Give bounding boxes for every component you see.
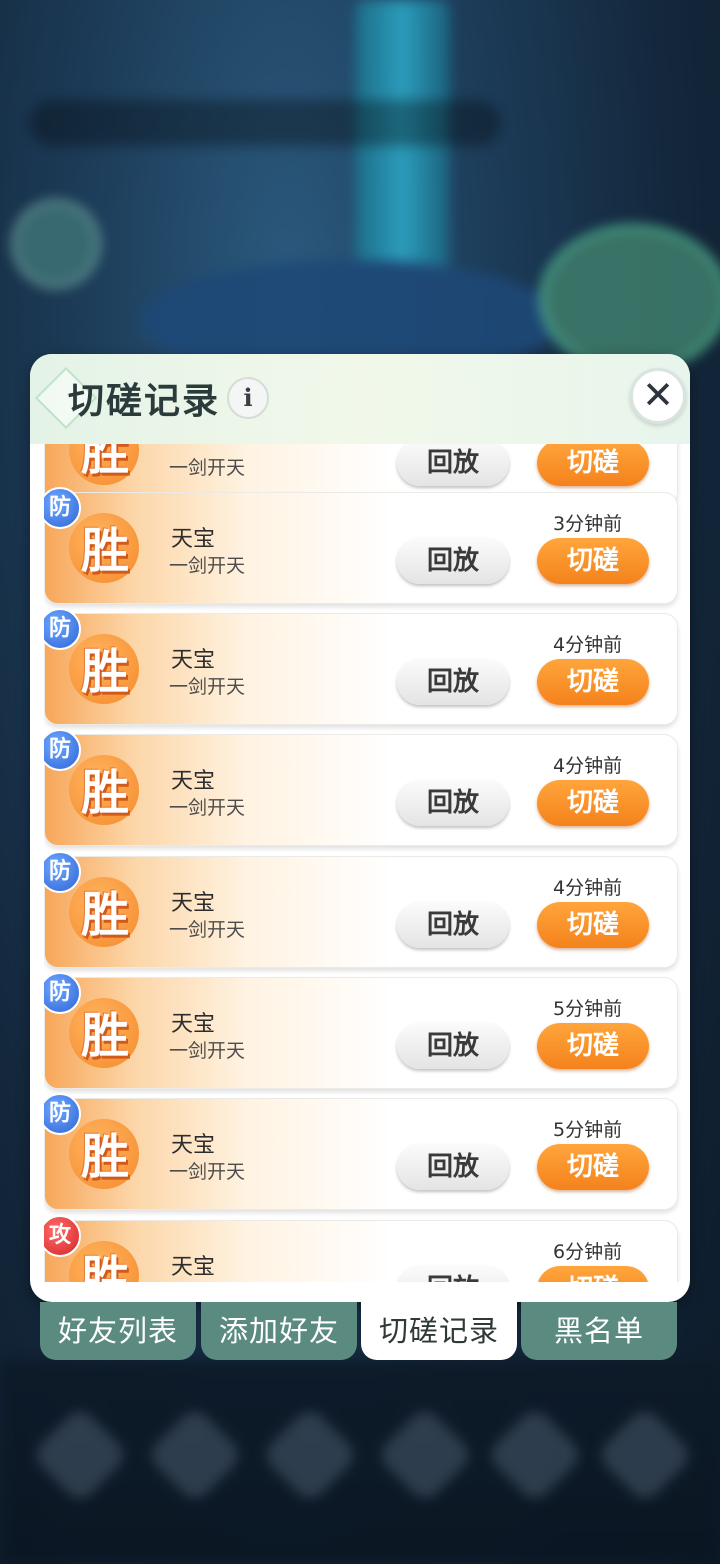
record-row: 胜防天宝 一剑开天 5分钟前 回放 切磋 (44, 1093, 678, 1210)
record-time: 6分钟前 (553, 1241, 623, 1263)
record-time: 4分钟前 (553, 634, 623, 656)
result-text: 胜 (80, 1008, 129, 1064)
tab-spar-record[interactable]: 切磋记录 (361, 1302, 517, 1360)
close-button[interactable]: ✕ (630, 368, 686, 424)
result-text: 胜 (80, 444, 129, 481)
record-time: 4分钟前 (553, 755, 623, 777)
record-row: 胜防天宝 一剑开天 4分钟前 回放 切磋 (44, 608, 678, 725)
record-row: 胜防天宝 一剑开天 3分钟前 回放 切磋 (44, 487, 678, 604)
background-avatar (12, 200, 100, 288)
replay-button[interactable]: 回放 (397, 780, 509, 826)
spar-button[interactable]: 切磋 (537, 1144, 649, 1190)
opponent-name: 天宝 (171, 1012, 216, 1037)
replay-button[interactable]: 回放 (397, 1266, 509, 1282)
panel-header: 切磋记录 i ✕ (30, 354, 690, 444)
replay-button[interactable]: 回放 (397, 538, 509, 584)
opponent-name: 天宝 (171, 527, 216, 552)
record-time: 4分钟前 (553, 877, 623, 899)
spar-button[interactable]: 切磋 (537, 902, 649, 948)
replay-button[interactable]: 回放 (397, 659, 509, 705)
opponent-name: 天宝 (171, 769, 216, 794)
record-row: 胜防天宝 一剑开天 4分钟前 回放 切磋 (44, 851, 678, 968)
spar-button[interactable]: 切磋 (537, 444, 649, 486)
tab-add-friend[interactable]: 添加好友 (201, 1302, 357, 1360)
result-text: 胜 (80, 523, 129, 579)
opponent-title: 一剑开天 (169, 1161, 246, 1183)
opponent-title: 一剑开天 (169, 555, 246, 577)
spar-button[interactable]: 切磋 (537, 659, 649, 705)
tab-friend-list[interactable]: 好友列表 (40, 1302, 196, 1360)
opponent-title: 一剑开天 (169, 676, 246, 698)
replay-button[interactable]: 回放 (397, 902, 509, 948)
record-row: 胜防天宝 一剑开天 5分钟前 回放 切磋 (44, 972, 678, 1089)
record-row: 胜防天宝 一剑开天 4分钟前 回放 切磋 (44, 729, 678, 846)
replay-button[interactable]: 回放 (397, 1144, 509, 1190)
result-text: 胜 (80, 887, 129, 943)
replay-button[interactable]: 回放 (397, 444, 509, 486)
spar-record-panel: 切磋记录 i ✕ 胜一剑开天 回放 切磋胜防天宝 一剑开天 3分钟前 回放 切磋胜防天宝 一剑… (30, 354, 690, 1302)
opponent-name: 天宝 (171, 1133, 216, 1158)
record-list[interactable]: 胜一剑开天 回放 切磋胜防天宝 一剑开天 3分钟前 回放 切磋胜防天宝 一剑开天 4分钟前 回放切… (44, 444, 684, 1282)
info-icon[interactable]: i (227, 377, 269, 419)
record-time: 3分钟前 (553, 513, 623, 535)
background-resource-bar (30, 100, 500, 146)
record-time: 5分钟前 (553, 998, 623, 1020)
opponent-title: 一剑开天 (169, 797, 246, 819)
spar-button[interactable]: 切磋 (537, 1266, 649, 1282)
opponent-title: 一剑开天 (169, 1040, 246, 1062)
spar-button[interactable]: 切磋 (537, 780, 649, 826)
record-row: 胜攻天宝一剑开天6分钟前回放切磋 (44, 1215, 678, 1282)
opponent-name: 天宝 (171, 891, 216, 916)
replay-button[interactable]: 回放 (397, 1023, 509, 1069)
spar-button[interactable]: 切磋 (537, 1023, 649, 1069)
opponent-name: 天宝 (171, 1255, 216, 1280)
result-text: 胜 (80, 1129, 129, 1185)
opponent-title: 一剑开天 (169, 919, 246, 941)
record-time: 5分钟前 (553, 1119, 623, 1141)
tab-blacklist[interactable]: 黑名单 (521, 1302, 677, 1360)
background-minimap (540, 225, 720, 373)
friend-tabs: 好友列表 添加好友 切磋记录 黑名单 (40, 1302, 680, 1362)
result-text: 胜 (80, 765, 129, 821)
opponent-title: 一剑开天 (169, 457, 246, 479)
panel-title: 切磋记录 (68, 381, 221, 422)
spar-button[interactable]: 切磋 (537, 538, 649, 584)
opponent-title: 一剑开天 (169, 1279, 245, 1282)
opponent-name: 天宝 (171, 648, 216, 673)
result-text: 胜 (80, 644, 129, 700)
